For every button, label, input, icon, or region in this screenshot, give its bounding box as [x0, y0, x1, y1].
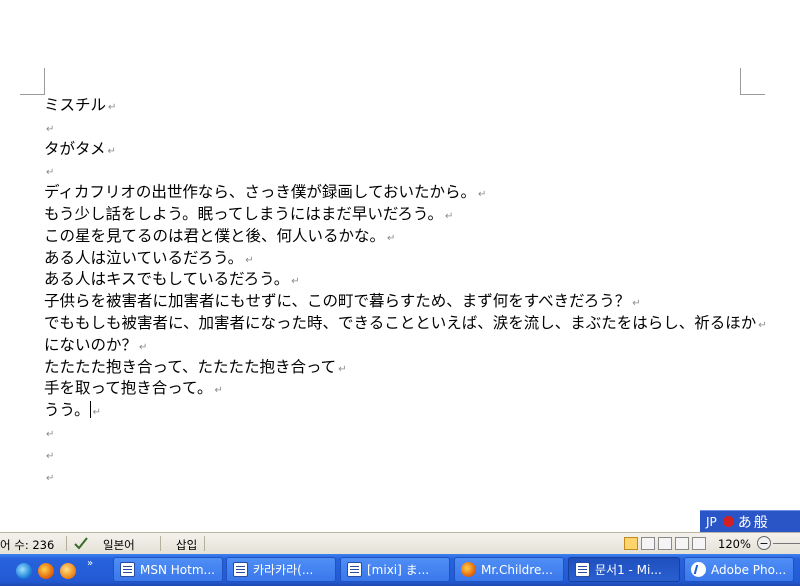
paragraph-mark-icon: ↵	[46, 472, 55, 484]
ime-language[interactable]: JP	[706, 515, 717, 529]
taskbar-button-mr-children[interactable]: Mr.Childre...	[454, 557, 564, 582]
document-line[interactable]: 手を取って抱き合って。 ↵	[44, 378, 784, 400]
document-line[interactable]: ↵	[44, 444, 784, 466]
paragraph-mark-icon: ↵	[291, 276, 300, 288]
document-icon	[233, 562, 248, 577]
ime-icon[interactable]	[722, 516, 734, 527]
taskbar-button-label: MSN Hotm...	[140, 562, 215, 577]
document-line[interactable]: この星を見てるのは君と僕と後、何人いるかな。 ↵	[44, 226, 784, 248]
document-line[interactable]: ↵	[44, 422, 784, 444]
paragraph-mark-icon: ↵	[632, 298, 641, 310]
paragraph-mark-icon: ↵	[214, 385, 223, 397]
photoshop-icon	[691, 562, 706, 577]
margin-corner-top-right	[740, 68, 765, 95]
status-divider	[204, 536, 205, 551]
taskbar-button-karakara[interactable]: 카라카라(...	[226, 557, 336, 582]
paragraph-mark-icon: ↵	[107, 145, 116, 157]
document-line[interactable]: ↵	[44, 466, 784, 488]
zoom-out-button[interactable]: −	[757, 536, 771, 550]
word-count[interactable]: 어 수: 236	[0, 537, 54, 553]
line-text: うう。	[44, 401, 90, 420]
line-text: タがタメ	[44, 139, 106, 158]
taskbar-button-label: [mixi] ま...	[367, 563, 430, 577]
taskbar-button-mixi[interactable]: [mixi] ま...	[340, 557, 450, 582]
margin-corner-top-left	[20, 68, 45, 95]
paragraph-mark-icon: ↵	[46, 428, 55, 440]
paragraph-mark-icon: ↵	[139, 341, 148, 353]
line-text: 手を取って抱き合って。	[44, 379, 213, 398]
line-text: でももしも被害者に、加害者になった時、できることといえば、涙を流し、まぶたをはら…	[44, 313, 757, 332]
paragraph-mark-icon: ↵	[387, 232, 396, 244]
document-line[interactable]: ミスチル ↵	[44, 95, 784, 117]
document-icon	[120, 562, 135, 577]
document-line[interactable]: もう少し話をしよう。眠ってしまうにはまだ早いだろう。 ↵	[44, 204, 784, 226]
draft-view-button[interactable]	[692, 537, 706, 550]
line-text: たたたた抱き合って、たたたた抱き合って	[44, 357, 337, 376]
status-divider	[66, 536, 67, 551]
taskbar-button-label: Mr.Childre...	[481, 562, 553, 577]
paragraph-mark-icon: ↵	[46, 167, 55, 179]
document-line[interactable]: にないのか？ ↵	[44, 335, 784, 357]
paragraph-mark-icon: ↵	[245, 254, 254, 266]
line-text: 子供らを被害者に加害者にもせずに、この町で暮らすため、まず何をすべきだろう？	[44, 292, 631, 311]
ime-language-bar[interactable]: JP あ 般	[700, 510, 800, 532]
document-line[interactable]: ↵	[44, 160, 784, 182]
status-bar: 어 수: 236 일본어 삽입 120% −	[0, 532, 800, 554]
document-line[interactable]: うう。 ↵	[44, 400, 784, 422]
line-text: ミスチル	[44, 96, 107, 114]
paragraph-mark-icon: ↵	[108, 102, 117, 113]
document-line[interactable]: たたたた抱き合って、たたたた抱き合って ↵	[44, 357, 784, 379]
taskbar-button-msn-hotmail[interactable]: MSN Hotm...	[113, 557, 223, 582]
print-layout-view-button[interactable]	[624, 537, 638, 550]
taskbar-button-word-document[interactable]: 문서1 - Mi...	[568, 557, 680, 582]
document-line[interactable]: ある人は泣いているだろう。 ↵	[44, 248, 784, 270]
document-line[interactable]: ↵	[44, 117, 784, 139]
insert-mode-indicator[interactable]: 삽입	[176, 537, 197, 553]
document-page[interactable]: ミスチル ↵ ↵ タがタメ ↵ ↵ ディカフリオの出世作なら、さっき僕が録画しておいたから。…	[0, 0, 800, 532]
proofing-check-icon[interactable]	[73, 535, 89, 554]
taskbar-button-label: 문서1 - Mi...	[595, 563, 662, 577]
document-line[interactable]: 子供らを被害者に加害者にもせずに、この町で暮らすため、まず何をすべきだろう？ ↵	[44, 291, 784, 313]
full-screen-reading-view-button[interactable]	[641, 537, 655, 550]
status-divider	[160, 536, 161, 551]
taskbar-button-label: 카라카라(...	[253, 563, 314, 577]
document-line[interactable]: ある人はキスでもしているだろう。 ↵	[44, 269, 784, 291]
line-text: もう少し話をしよう。眠ってしまうにはまだ早いだろう。	[44, 204, 443, 223]
paragraph-mark-icon: ↵	[444, 210, 454, 222]
paragraph-mark-icon: ↵	[46, 123, 55, 135]
ime-conversion-mode[interactable]: 般	[754, 512, 768, 532]
document-body[interactable]: ミスチル ↵ ↵ タがタメ ↵ ↵ ディカフリオの出世作なら、さっき僕が録画しておいたから。…	[44, 95, 784, 487]
taskbar: » MSN Hotm... 카라카라(... [mixi] ま... Mr.Ch…	[0, 554, 800, 586]
paragraph-mark-icon: ↵	[92, 407, 101, 419]
document-line[interactable]: ディカフリオの出世作なら、さっき僕が録画しておいたから。 ↵	[44, 182, 784, 204]
ie-quicklaunch-icon[interactable]	[16, 563, 32, 579]
outline-view-button[interactable]	[675, 537, 689, 550]
line-text: ある人は泣いているだろう。	[44, 248, 244, 267]
firefox-quicklaunch-icon[interactable]	[38, 563, 54, 579]
document-line[interactable]: タがタメ ↵	[44, 139, 784, 161]
zoom-slider[interactable]	[773, 543, 800, 544]
ime-input-mode[interactable]: あ	[738, 512, 752, 532]
paragraph-mark-icon: ↵	[478, 189, 487, 201]
text-cursor	[89, 401, 91, 419]
taskbar-button-adobe-photoshop[interactable]: Adobe Pho...	[684, 557, 794, 582]
paragraph-mark-icon: ↵	[338, 363, 347, 375]
zoom-level[interactable]: 120%	[718, 537, 751, 551]
line-text: にないのか？	[44, 335, 138, 354]
line-text: ある人はキスでもしているだろう。	[44, 270, 290, 289]
browser-quicklaunch-icon[interactable]	[60, 563, 76, 579]
document-icon	[347, 562, 362, 577]
document-line[interactable]: でももしも被害者に、加害者になった時、できることといえば、涙を流し、まぶたをはら…	[44, 313, 784, 335]
line-text: この星を見てるのは君と僕と後、何人いるかな。	[44, 226, 386, 245]
line-text: ディカフリオの出世作なら、さっき僕が録画しておいたから。	[44, 183, 476, 202]
web-layout-view-button[interactable]	[658, 537, 672, 550]
paragraph-mark-icon: ↵	[46, 450, 55, 462]
quicklaunch-more-chevron-icon[interactable]: »	[87, 558, 93, 569]
language-indicator[interactable]: 일본어	[103, 537, 135, 553]
taskbar-button-label: Adobe Pho...	[711, 562, 787, 577]
firefox-icon	[461, 562, 476, 577]
word-icon	[575, 562, 590, 577]
paragraph-mark-icon: ↵	[758, 319, 767, 331]
